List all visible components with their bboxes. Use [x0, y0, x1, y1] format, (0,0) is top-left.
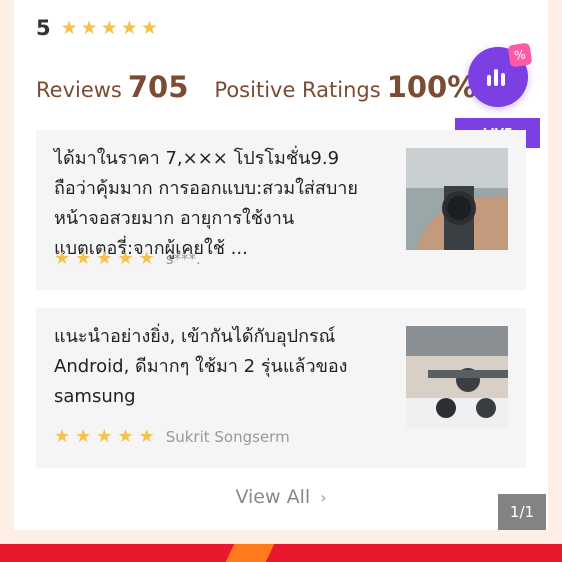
star-icon: ★	[117, 426, 134, 447]
flash-sale-bar[interactable]	[0, 544, 562, 562]
overall-stars: ★ ★ ★ ★ ★	[60, 16, 161, 39]
star-icon: ★	[138, 426, 155, 447]
review-photo[interactable]	[406, 326, 508, 428]
review-item[interactable]: แนะนำอย่างยิ่ง, เข้ากันได้กับอุปกรณ์ And…	[36, 308, 526, 468]
star-icon: ★	[117, 248, 134, 269]
positive-ratings-label: Positive Ratings	[214, 78, 381, 102]
star-icon: ★	[100, 16, 118, 39]
reviews-count: 705	[127, 70, 189, 104]
review-stats: Reviews 705 Positive Ratings 100%	[36, 70, 476, 104]
view-all-label: View All	[235, 486, 311, 508]
star-icon: ★	[96, 248, 113, 269]
review-text: แนะนำอย่างยิ่ง, เข้ากันได้กับอุปกรณ์ And…	[54, 326, 348, 407]
gift-icon: %	[507, 42, 533, 68]
page-indicator: 1/1	[498, 494, 546, 530]
star-icon: ★	[140, 16, 158, 39]
star-icon: ★	[75, 426, 92, 447]
star-icon: ★	[54, 426, 71, 447]
view-all-link[interactable]: View All ›	[0, 486, 562, 508]
overall-score: 5	[36, 16, 51, 40]
review-text: ได้มาในราคา 7,××× โปรโมชั่น9.9 ถือว่าคุ้…	[54, 148, 358, 259]
star-icon: ★	[75, 248, 92, 269]
star-icon: ★	[138, 248, 155, 269]
review-item[interactable]: ได้มาในราคา 7,××× โปรโมชั่น9.9 ถือว่าคุ้…	[36, 130, 526, 290]
star-icon: ★	[80, 16, 98, 39]
live-chart-icon	[487, 69, 505, 86]
overall-rating: 5 ★ ★ ★ ★ ★	[36, 16, 161, 40]
review-rating: ★ ★ ★ ★ ★ Sukrit Songserm	[54, 426, 290, 447]
star-icon: ★	[54, 248, 71, 269]
positive-ratings-value: 100%	[386, 70, 477, 104]
star-icon: ★	[96, 426, 113, 447]
review-rating: ★ ★ ★ ★ ★ s***.	[54, 248, 201, 269]
star-icon: ★	[120, 16, 138, 39]
flash-stripe	[225, 544, 275, 562]
review-username: Sukrit Songserm	[165, 428, 290, 446]
reviews-label: Reviews	[36, 78, 122, 102]
star-icon: ★	[60, 16, 78, 39]
review-username: s***.	[165, 250, 201, 268]
review-photo[interactable]	[406, 148, 508, 250]
chevron-right-icon: ›	[320, 488, 327, 507]
